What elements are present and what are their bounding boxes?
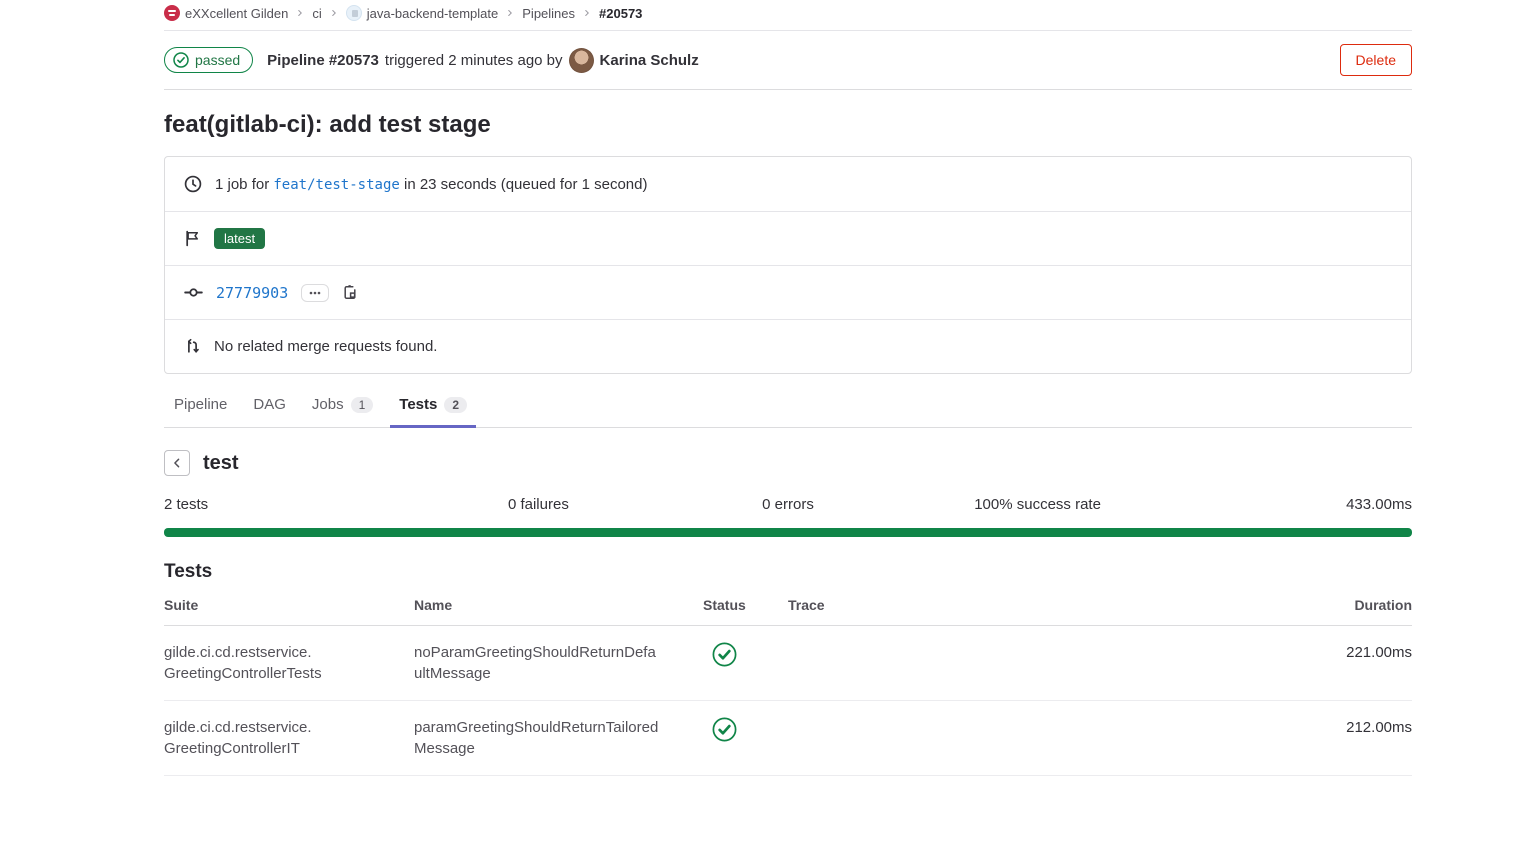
triggered-text: triggered 2 minutes ago by [385, 52, 563, 69]
breadcrumb-subgroup[interactable]: ci [312, 6, 321, 21]
tab-dag-label: DAG [253, 396, 286, 413]
commit-message-expand-button[interactable] [301, 284, 329, 302]
chevron-right-icon [506, 9, 514, 17]
status-badge[interactable]: passed [164, 47, 253, 73]
test-duration-cell: 221.00ms [1302, 642, 1412, 663]
tab-tests-label: Tests [399, 396, 437, 413]
copy-icon [342, 284, 358, 301]
tests-section-heading: Tests [164, 561, 1412, 583]
project-avatar-icon [346, 5, 362, 21]
chevron-left-icon [170, 456, 184, 470]
test-suite-name: test [203, 452, 239, 475]
tab-tests-count-badge: 2 [444, 397, 467, 413]
tab-tests[interactable]: Tests 2 [390, 386, 476, 428]
chevron-right-icon [330, 9, 338, 17]
column-header-duration: Duration [1302, 597, 1412, 613]
group-avatar-icon [164, 5, 180, 21]
breadcrumb-subgroup-label: ci [312, 6, 321, 21]
breadcrumb-pipeline-id-label: #20573 [599, 6, 642, 21]
page-content: eXXcellent Gilden ci java-backend-templa… [0, 0, 1527, 776]
chevron-right-icon [296, 9, 304, 17]
table-row: gilde.ci.cd.restservice.GreetingControll… [164, 626, 1412, 701]
test-suite-header: test [164, 450, 1412, 476]
column-header-name: Name [414, 597, 703, 613]
latest-badge: latest [214, 228, 265, 249]
test-name-cell: paramGreetingShouldReturnTailoredMessage [414, 717, 703, 759]
author-name-link[interactable]: Karina Schulz [600, 52, 699, 69]
stat-success-rate: 100% success rate [913, 496, 1163, 513]
breadcrumb-group-label: eXXcellent Gilden [185, 6, 288, 21]
test-suite-cell: gilde.ci.cd.restservice.GreetingControll… [164, 717, 414, 759]
tab-dag[interactable]: DAG [244, 386, 295, 428]
branch-ref-link[interactable]: feat/test-stage [273, 177, 399, 193]
column-header-trace: Trace [788, 597, 1302, 613]
merge-request-icon [184, 338, 201, 355]
stat-failures: 0 failures [414, 496, 664, 513]
test-status-cell [703, 717, 788, 742]
back-button[interactable] [164, 450, 190, 476]
job-summary-text: 1 job for feat/test-stage in 23 seconds … [215, 176, 647, 193]
test-passed-icon [712, 717, 737, 742]
breadcrumb-group[interactable]: eXXcellent Gilden [164, 5, 288, 21]
breadcrumb-pipelines-label: Pipelines [522, 6, 575, 21]
flag-icon [184, 230, 201, 247]
pipeline-info-card: 1 job for feat/test-stage in 23 seconds … [164, 156, 1412, 374]
breadcrumb-project-label: java-backend-template [367, 6, 499, 21]
delete-button[interactable]: Delete [1340, 44, 1412, 76]
job-duration-text: in 23 seconds (queued for 1 second) [404, 176, 648, 193]
test-passed-icon [712, 642, 737, 667]
stat-errors: 0 errors [663, 496, 913, 513]
pipeline-trigger-info: Pipeline #20573 triggered 2 minutes ago … [267, 48, 699, 73]
column-header-suite: Suite [164, 597, 414, 613]
breadcrumb-pipeline-id: #20573 [599, 6, 642, 21]
job-summary-row: 1 job for feat/test-stage in 23 seconds … [165, 157, 1411, 211]
commit-icon [184, 283, 203, 302]
status-badge-label: passed [195, 52, 240, 68]
breadcrumb: eXXcellent Gilden ci java-backend-templa… [164, 0, 1412, 31]
stat-total-tests: 2 tests [164, 496, 414, 513]
author-avatar[interactable] [569, 48, 594, 73]
tab-jobs[interactable]: Jobs 1 [303, 386, 382, 428]
test-suite-stats: 2 tests 0 failures 0 errors 100% success… [164, 496, 1412, 513]
table-row: gilde.ci.cd.restservice.GreetingControll… [164, 701, 1412, 776]
chevron-right-icon [583, 9, 591, 17]
tab-jobs-label: Jobs [312, 396, 344, 413]
commit-row: 27779903 [165, 265, 1411, 319]
column-header-status: Status [703, 597, 788, 613]
merge-request-row: No related merge requests found. [165, 319, 1411, 373]
merge-request-text: No related merge requests found. [214, 338, 437, 355]
test-suite-cell: gilde.ci.cd.restservice.GreetingControll… [164, 642, 414, 684]
clock-icon [184, 175, 202, 193]
tab-pipeline-label: Pipeline [174, 396, 227, 413]
test-status-cell [703, 642, 788, 667]
breadcrumb-project[interactable]: java-backend-template [346, 5, 499, 21]
ellipsis-icon [309, 291, 321, 295]
pipeline-status-bar: passed Pipeline #20573 triggered 2 minut… [164, 31, 1412, 90]
copy-commit-sha-button[interactable] [342, 284, 358, 301]
test-name-cell: noParamGreetingShouldReturnDefaultMessag… [414, 642, 703, 684]
commit-sha-link[interactable]: 27779903 [216, 284, 288, 302]
job-count-text: 1 job for [215, 176, 269, 193]
success-rate-progress-bar [164, 528, 1412, 537]
test-duration-cell: 212.00ms [1302, 717, 1412, 738]
tab-jobs-count-badge: 1 [351, 397, 374, 413]
tests-table: Suite Name Status Trace Duration gilde.c… [164, 583, 1412, 776]
pipeline-id-label: Pipeline #20573 [267, 52, 379, 69]
stat-total-duration: 433.00ms [1162, 496, 1412, 513]
page-title: feat(gitlab-ci): add test stage [164, 111, 1412, 139]
tests-table-header: Suite Name Status Trace Duration [164, 583, 1412, 626]
check-circle-icon [173, 52, 189, 68]
latest-badge-row: latest [165, 211, 1411, 265]
tab-pipeline[interactable]: Pipeline [165, 386, 236, 428]
pipeline-tabs: Pipeline DAG Jobs 1 Tests 2 [164, 386, 1412, 428]
breadcrumb-pipelines[interactable]: Pipelines [522, 6, 575, 21]
